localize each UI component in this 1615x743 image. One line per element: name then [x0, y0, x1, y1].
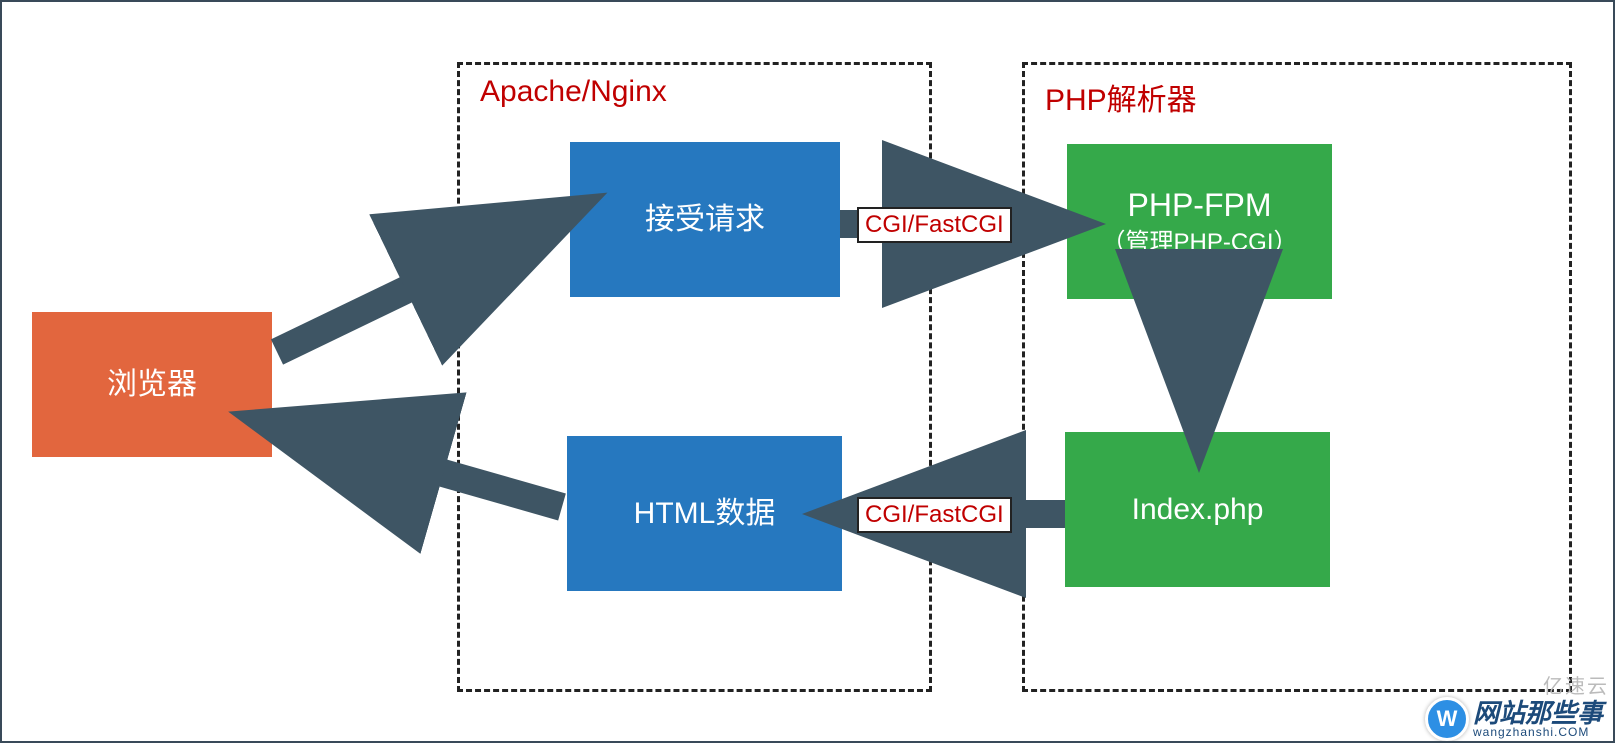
php-fpm-line1: PHP-FPM	[1128, 185, 1272, 227]
html-data-label: HTML数据	[634, 494, 776, 533]
browser-box: 浏览器	[32, 312, 272, 457]
site-logo: W 网站那些事 wangzhanshi.COM	[1425, 697, 1603, 741]
logo-text-block: 网站那些事 wangzhanshi.COM	[1473, 700, 1603, 738]
accept-request-box: 接受请求	[570, 142, 840, 297]
browser-label: 浏览器	[107, 365, 197, 404]
index-php-label: Index.php	[1132, 490, 1264, 529]
watermark-text: 亿速云	[1543, 670, 1609, 699]
arrow-browser-to-request	[267, 177, 577, 367]
cgi-label-bottom: CGI/FastCGI	[857, 497, 1012, 533]
logo-en: wangzhanshi.COM	[1473, 726, 1603, 738]
logo-cn: 网站那些事	[1473, 700, 1603, 726]
apache-nginx-title: Apache/Nginx	[480, 75, 667, 109]
html-data-box: HTML数据	[567, 436, 842, 591]
arrow-htmldata-to-browser	[252, 407, 572, 597]
php-parser-title: PHP解析器	[1045, 75, 1197, 119]
php-fpm-box: PHP-FPM （管理PHP-CGI）	[1067, 144, 1332, 299]
arrow-fpm-to-index	[1177, 299, 1237, 439]
accept-request-label: 接受请求	[645, 200, 765, 239]
diagram-canvas: 浏览器 Apache/Nginx 接受请求 HTML数据 PHP解析器 PHP-…	[0, 0, 1615, 743]
php-fpm-line2: （管理PHP-CGI）	[1101, 227, 1297, 258]
cgi-label-top: CGI/FastCGI	[857, 207, 1012, 243]
index-php-box: Index.php	[1065, 432, 1330, 587]
logo-badge-icon: W	[1425, 697, 1469, 741]
